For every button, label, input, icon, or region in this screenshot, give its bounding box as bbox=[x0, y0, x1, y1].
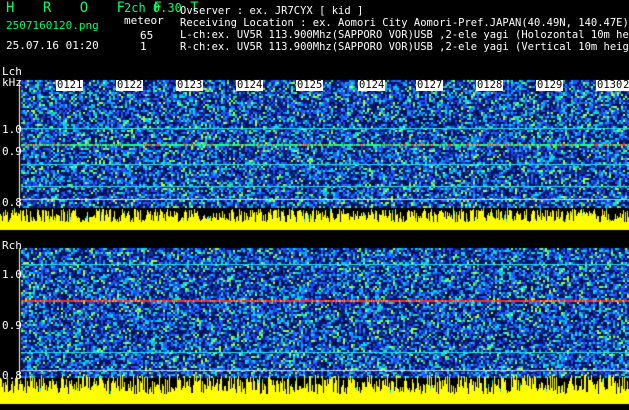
datetime-label: 25.07.16 01:20 bbox=[6, 39, 99, 52]
time-marker: 0130 bbox=[596, 79, 624, 91]
rch-label: Rch bbox=[2, 239, 22, 252]
lch-tick-1-0: 1.0 bbox=[2, 123, 22, 136]
time-marker: 0127 bbox=[416, 79, 444, 91]
event-type-label: meteor bbox=[124, 14, 164, 27]
time-marker: 0124 bbox=[236, 79, 264, 91]
rch-tick-1-0: 1.0 bbox=[2, 268, 22, 281]
time-marker: 0125 bbox=[296, 79, 324, 91]
time-marker: 0128 bbox=[476, 79, 504, 91]
time-marker: 2 bbox=[622, 79, 629, 91]
rch-tick-0-9: 0.9 bbox=[2, 319, 22, 332]
time-marker: 0121 bbox=[56, 79, 84, 91]
lch-tick-0-9: 0.9 bbox=[2, 145, 22, 158]
filename-label: 2507160120.png bbox=[6, 19, 99, 32]
rch-tick-0-8: 0.8 bbox=[2, 369, 22, 382]
lch-info-line: L-ch:ex. UV5R 113.900Mhz(SAPPORO VOR)USB… bbox=[180, 29, 629, 41]
time-marker: 0122 bbox=[116, 79, 144, 91]
count-secondary: 1 bbox=[140, 40, 147, 53]
observer-line: Ovserver : ex. JR7CYX [ kid ] bbox=[180, 5, 364, 17]
rch-info-line: R-ch:ex. UV5R 113.900Mhz(SAPPORO VOR)USB… bbox=[180, 41, 629, 53]
time-marker: 0123 bbox=[176, 79, 204, 91]
spectrogram-canvas bbox=[0, 0, 629, 410]
time-marker: 0129 bbox=[536, 79, 564, 91]
time-marker: 0124 bbox=[358, 79, 386, 91]
lch-tick-0-8: 0.8 bbox=[2, 196, 22, 209]
mode-label: 2ch 0.30 bbox=[124, 1, 182, 15]
lch-unit: kHz bbox=[2, 76, 22, 89]
location-line: Receiving Location : ex. Aomori City Aom… bbox=[180, 17, 629, 29]
